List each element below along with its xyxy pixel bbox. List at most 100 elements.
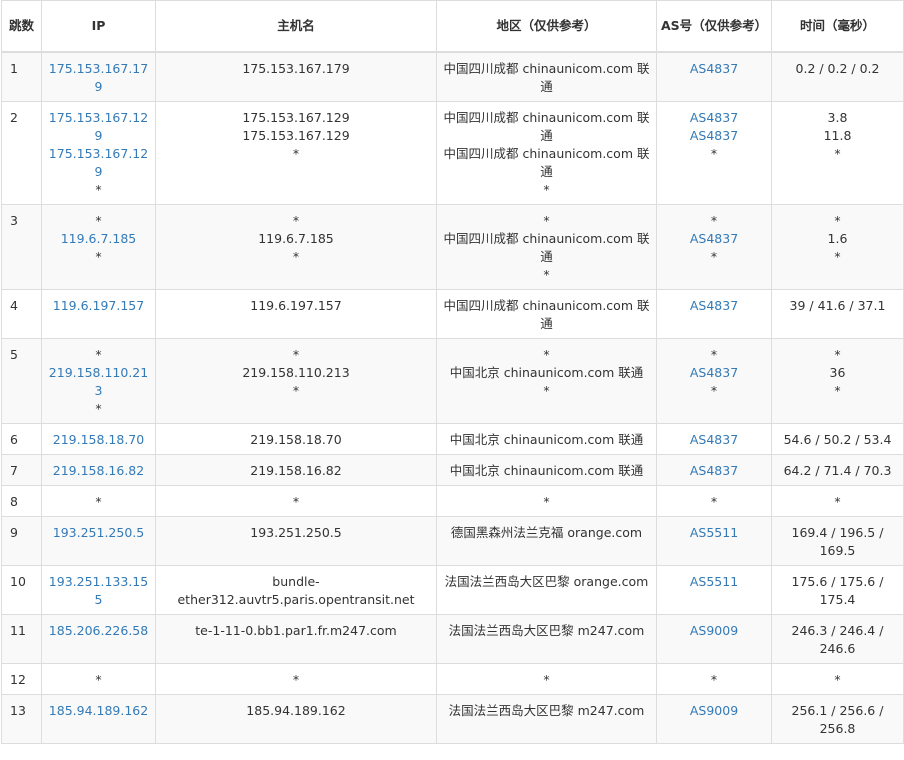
as-link[interactable]: AS4837 bbox=[661, 109, 767, 127]
as-link[interactable]: AS9009 bbox=[661, 702, 767, 720]
no-response-marker: * bbox=[834, 146, 841, 161]
no-response-marker: * bbox=[292, 213, 300, 228]
time-text: 36 bbox=[829, 365, 846, 380]
no-response-marker: * bbox=[543, 347, 550, 362]
as-link[interactable]: AS4837 bbox=[661, 431, 767, 449]
hostname-cell: 219.158.18.70 bbox=[155, 423, 437, 455]
as-cell: AS4837 bbox=[656, 51, 772, 102]
no-response-marker: * bbox=[710, 383, 718, 398]
ip-link[interactable]: 175.153.167.179 bbox=[46, 60, 151, 96]
region-cell: * bbox=[436, 663, 657, 695]
ip-link[interactable]: 185.94.189.162 bbox=[46, 702, 151, 720]
hostname-text: 119.6.7.185 bbox=[258, 231, 334, 246]
traceroute-table: 跳数 IP 主机名 地区（仅供参考） AS号（仅供参考） 时间（毫秒） 1 1 7 5… bbox=[1, 0, 904, 744]
time-cell: 3.8 11.8 * bbox=[771, 101, 904, 205]
time-text: 256.1 / 256.6 / 256.8 bbox=[791, 703, 884, 736]
region-text: 法国法兰西岛大区巴黎 m247.com bbox=[448, 703, 645, 718]
no-response-marker: * bbox=[834, 672, 841, 687]
as-cell: AS4837 bbox=[656, 454, 772, 486]
hostname-cell: 185.94.189.162 bbox=[155, 694, 437, 744]
time-text: 11.8 bbox=[823, 128, 852, 143]
as-cell: AS4837 AS4837 * bbox=[656, 101, 772, 205]
as-link[interactable]: AS4837 bbox=[661, 462, 767, 480]
hostname-cell: te-1-11-0.bb1.par1.fr.m247.com bbox=[155, 614, 437, 664]
time-cell: 64.2 / 71.4 / 70.3 bbox=[771, 454, 904, 486]
time-cell: 175.6 / 175.6 / 175.4 bbox=[771, 565, 904, 615]
as-cell: * AS4837 * bbox=[656, 338, 772, 424]
hostname-text: 185.94.189.162 bbox=[246, 703, 346, 718]
ip-link[interactable]: 119.6.7.185 bbox=[46, 230, 151, 248]
region-text: 中国北京 chinaunicom.com 联通 bbox=[449, 463, 644, 478]
region-cell: * 中国四川成都 chinaunicom.com 联通 * bbox=[436, 204, 657, 290]
as-link[interactable]: AS4837 bbox=[661, 297, 767, 315]
region-cell: 中国四川成都 chinaunicom.com 联通 中国四川成都 chinauni… bbox=[436, 101, 657, 205]
ip-link[interactable]: 175.153.167.129 bbox=[46, 145, 151, 181]
region-cell: 中国四川成都 chinaunicom.com 联通 bbox=[436, 289, 657, 339]
no-response-marker: * bbox=[834, 347, 841, 362]
ip-link[interactable]: 219.158.110.213 bbox=[46, 364, 151, 400]
hostname-text: te-1-11-0.bb1.par1.fr.m247.com bbox=[195, 623, 397, 638]
hop-number: 10 bbox=[1, 565, 42, 615]
time-cell: * 1.6 * bbox=[771, 204, 904, 290]
hop-number: 5 bbox=[1, 338, 42, 424]
table-row: 10 193.251.133.155 bundle-ether312.auvtr5.… bbox=[1, 565, 904, 615]
hop-number: 7 bbox=[1, 454, 42, 486]
no-response-marker: * bbox=[292, 383, 300, 398]
table-row: 3 * 119.6.7.185 * * 119.6.7.185 * * 中国四川成都 china… bbox=[1, 204, 904, 290]
ip-cell: 119.6.197.157 bbox=[41, 289, 156, 339]
no-response-marker: * bbox=[292, 146, 300, 161]
hop-number: 11 bbox=[1, 614, 42, 664]
as-cell: AS4837 bbox=[656, 289, 772, 339]
as-cell: * bbox=[656, 485, 772, 517]
table-row: 12 * * * * * bbox=[1, 663, 904, 695]
hostname-text: 175.153.167.179 bbox=[242, 61, 350, 76]
header-row: 跳数 IP 主机名 地区（仅供参考） AS号（仅供参考） 时间（毫秒） bbox=[1, 0, 904, 53]
no-response-marker: * bbox=[95, 401, 102, 416]
no-response-marker: * bbox=[95, 494, 102, 509]
ip-cell: 193.251.133.155 bbox=[41, 565, 156, 615]
as-link[interactable]: AS5511 bbox=[661, 524, 767, 542]
as-link[interactable]: AS4837 bbox=[661, 127, 767, 145]
no-response-marker: * bbox=[710, 672, 718, 687]
region-text: 中国四川成都 chinaunicom.com 联通 bbox=[443, 110, 650, 143]
region-cell: 中国北京 chinaunicom.com 联通 bbox=[436, 454, 657, 486]
as-link[interactable]: AS4837 bbox=[661, 230, 767, 248]
as-cell: * bbox=[656, 663, 772, 695]
region-cell: 法国法兰西岛大区巴黎 m247.com bbox=[436, 614, 657, 664]
table-row: 7 219.158.16.82 219.158.16.82 中国北京 chinauni… bbox=[1, 454, 904, 486]
region-cell: 中国四川成都 chinaunicom.com 联通 bbox=[436, 51, 657, 102]
ip-link[interactable]: 193.251.133.155 bbox=[46, 573, 151, 609]
as-link[interactable]: AS4837 bbox=[661, 60, 767, 78]
header-time: 时间（毫秒） bbox=[771, 0, 904, 53]
region-text: 中国北京 chinaunicom.com 联通 bbox=[449, 365, 644, 380]
ip-link[interactable]: 193.251.250.5 bbox=[46, 524, 151, 542]
ip-cell: 219.158.16.82 bbox=[41, 454, 156, 486]
hostname-cell: 119.6.197.157 bbox=[155, 289, 437, 339]
ip-link[interactable]: 185.206.226.58 bbox=[46, 622, 151, 640]
as-link[interactable]: AS5511 bbox=[661, 573, 767, 591]
no-response-marker: * bbox=[834, 213, 841, 228]
header-hop: 跳数 bbox=[1, 0, 42, 53]
ip-link[interactable]: 219.158.16.82 bbox=[46, 462, 151, 480]
hop-number: 4 bbox=[1, 289, 42, 339]
table-row: 11 185.206.226.58 te-1-11-0.bb1.par1.fr.m2… bbox=[1, 614, 904, 664]
as-cell: AS5511 bbox=[656, 516, 772, 566]
ip-link[interactable]: 175.153.167.129 bbox=[46, 109, 151, 145]
ip-link[interactable]: 119.6.197.157 bbox=[46, 297, 151, 315]
ip-cell: 193.251.250.5 bbox=[41, 516, 156, 566]
no-response-marker: * bbox=[543, 267, 550, 282]
hostname-text: 219.158.16.82 bbox=[250, 463, 342, 478]
ip-link[interactable]: 219.158.18.70 bbox=[46, 431, 151, 449]
no-response-marker: * bbox=[95, 672, 102, 687]
hostname-cell: * 119.6.7.185 * bbox=[155, 204, 437, 290]
hop-number: 2 bbox=[1, 101, 42, 205]
table-row: 8 * * * * * bbox=[1, 485, 904, 517]
header-ip: IP bbox=[41, 0, 156, 53]
as-link[interactable]: AS4837 bbox=[661, 364, 767, 382]
time-text: 3.8 bbox=[827, 110, 848, 125]
region-cell: 德国黑森州法兰克福 orange.com bbox=[436, 516, 657, 566]
ip-cell: 175.153.167.129 175.153.167.129 * bbox=[41, 101, 156, 205]
region-text: 法国法兰西岛大区巴黎 m247.com bbox=[448, 623, 645, 638]
region-cell: 中国北京 chinaunicom.com 联通 bbox=[436, 423, 657, 455]
as-link[interactable]: AS9009 bbox=[661, 622, 767, 640]
